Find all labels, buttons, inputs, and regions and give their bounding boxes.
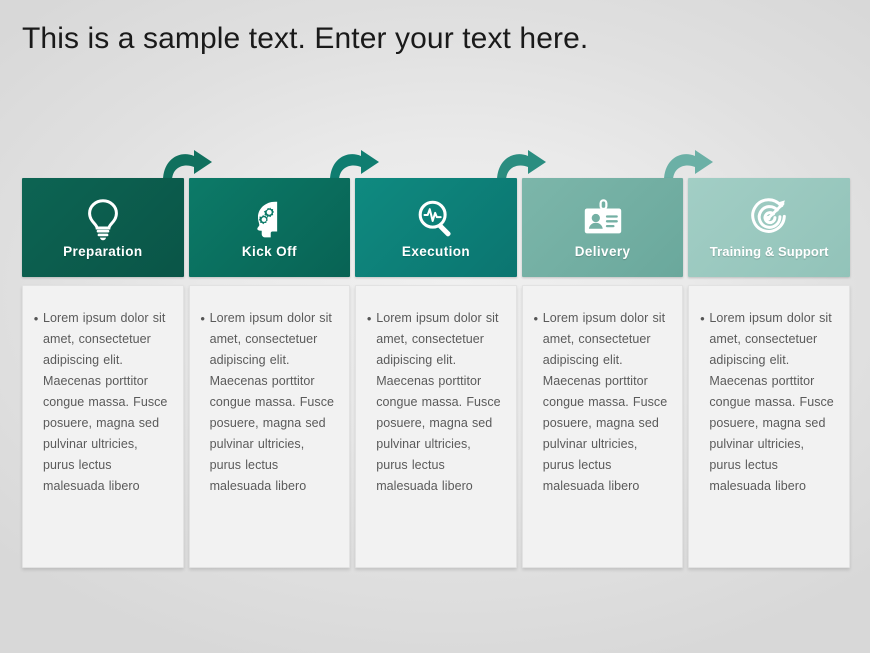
step-header-preparation[interactable]: Preparation (22, 178, 184, 277)
step-body-text: Lorem ipsum dolor sit amet, consectetuer… (709, 311, 834, 493)
process-columns: Preparation • Lorem ipsum dolor sit amet… (22, 178, 850, 568)
step-header-execution[interactable]: Execution (355, 178, 517, 277)
list-item: • Lorem ipsum dolor sit amet, consectetu… (29, 308, 173, 497)
process-step-preparation[interactable]: Preparation • Lorem ipsum dolor sit amet… (22, 178, 184, 568)
bullet-glyph: • (366, 311, 372, 326)
process-step-delivery[interactable]: Delivery • Lorem ipsum dolor sit amet, c… (521, 178, 684, 568)
list-item: • Lorem ipsum dolor sit amet, consectetu… (196, 308, 340, 497)
step-body-delivery: • Lorem ipsum dolor sit amet, consectetu… (521, 285, 684, 568)
step-body-text: Lorem ipsum dolor sit amet, consectetuer… (542, 311, 668, 493)
list-item: • Lorem ipsum dolor sit amet, consectetu… (529, 308, 673, 497)
step-label-preparation: Preparation (63, 244, 143, 259)
step-label-delivery: Delivery (574, 244, 631, 259)
list-item: • Lorem ipsum dolor sit amet, consectetu… (695, 308, 839, 497)
bullet-glyph: • (33, 311, 39, 326)
step-body-training-support: • Lorem ipsum dolor sit amet, consectetu… (688, 285, 850, 568)
step-label-kick-off: Kick Off (241, 244, 297, 259)
slide-canvas: This is a sample text. Enter your text h… (0, 0, 870, 653)
step-body-text: Lorem ipsum dolor sit amet, consectetuer… (209, 311, 335, 493)
bullet-glyph: • (533, 311, 539, 326)
process-step-training-support[interactable]: Training & Support • Lorem ipsum dolor s… (688, 178, 850, 568)
step-body-execution: • Lorem ipsum dolor sit amet, consectetu… (355, 285, 517, 568)
bullet-glyph: • (700, 311, 705, 326)
magnifier-pulse-icon (413, 196, 459, 242)
step-body-text: Lorem ipsum dolor sit amet, consectetuer… (376, 311, 501, 493)
lightbulb-icon (80, 196, 126, 242)
arrow-execution-to-delivery (494, 148, 556, 182)
step-header-kick-off[interactable]: Kick Off (188, 178, 351, 277)
step-header-training-support[interactable]: Training & Support (688, 178, 850, 277)
head-gears-icon (246, 196, 292, 242)
page-title: This is a sample text. Enter your text h… (22, 22, 589, 55)
step-label-execution: Execution (401, 244, 471, 259)
step-label-training-support: Training & Support (709, 244, 829, 259)
process-step-kick-off[interactable]: Kick Off • Lorem ipsum dolor sit amet, c… (188, 178, 351, 568)
step-body-kick-off: • Lorem ipsum dolor sit amet, consectetu… (188, 285, 351, 568)
bullet-glyph: • (200, 311, 205, 326)
list-item: • Lorem ipsum dolor sit amet, consectetu… (362, 308, 506, 497)
step-header-delivery[interactable]: Delivery (521, 178, 684, 277)
step-body-text: Lorem ipsum dolor sit amet, consectetuer… (43, 311, 168, 493)
arrow-preparation-to-kickoff (160, 148, 222, 182)
id-badge-icon (580, 196, 626, 242)
target-arrow-icon (746, 196, 792, 242)
process-step-execution[interactable]: Execution • Lorem ipsum dolor sit amet, … (355, 178, 517, 568)
arrow-delivery-to-training (661, 148, 723, 182)
step-body-preparation: • Lorem ipsum dolor sit amet, consectetu… (22, 285, 184, 568)
arrow-kickoff-to-execution (327, 148, 389, 182)
